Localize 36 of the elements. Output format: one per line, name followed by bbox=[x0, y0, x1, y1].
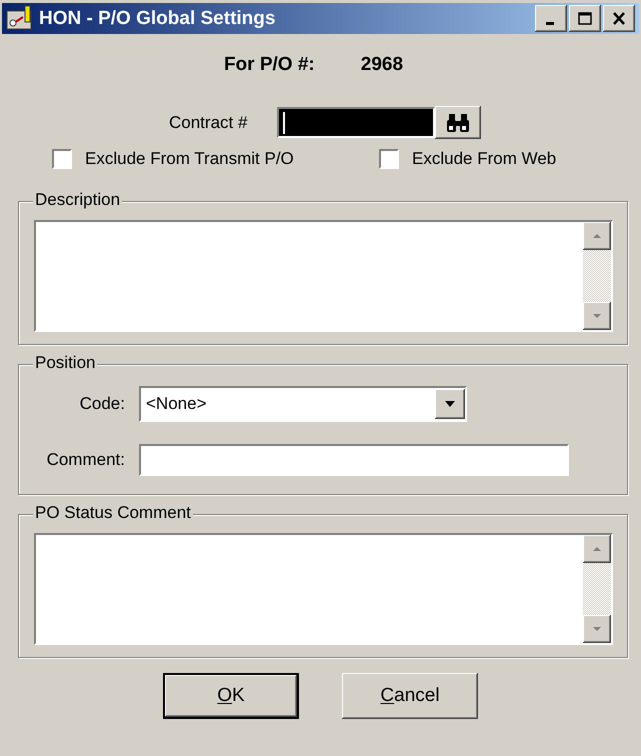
close-icon bbox=[610, 10, 628, 26]
ok-button[interactable]: OK bbox=[163, 673, 299, 719]
minimize-button[interactable] bbox=[535, 5, 567, 32]
code-dropdown[interactable]: <None> bbox=[139, 386, 467, 422]
comment-label: Comment: bbox=[46, 450, 125, 470]
contract-field[interactable] bbox=[277, 107, 436, 138]
scroll-up-button[interactable] bbox=[583, 222, 611, 250]
status-comment-field[interactable] bbox=[34, 533, 613, 645]
dropdown-arrow-icon bbox=[444, 400, 456, 408]
dropdown-value: <None> bbox=[146, 394, 206, 414]
search-button[interactable] bbox=[435, 106, 482, 139]
minimize-icon bbox=[546, 22, 554, 25]
checkbox[interactable] bbox=[379, 149, 399, 169]
cancel-button[interactable]: Cancel bbox=[342, 673, 478, 719]
group-label: Description bbox=[33, 190, 122, 210]
maximize-icon bbox=[576, 10, 594, 26]
down-arrow-icon bbox=[592, 625, 602, 633]
up-arrow-icon bbox=[592, 545, 602, 553]
scroll-down-button[interactable] bbox=[583, 302, 611, 330]
description-field[interactable] bbox=[34, 220, 613, 332]
window-title: HON - P/O Global Settings bbox=[39, 8, 276, 30]
comment-field[interactable] bbox=[139, 444, 569, 476]
contract-label: Contract # bbox=[169, 112, 248, 132]
checkbox[interactable] bbox=[52, 149, 72, 169]
po-number: 2968 bbox=[360, 54, 404, 76]
scroll-up-button[interactable] bbox=[583, 535, 611, 563]
po-label: For P/O #: bbox=[224, 54, 315, 76]
checkbox-label: Exclude From Transmit P/O bbox=[85, 149, 294, 169]
down-arrow-icon bbox=[592, 312, 602, 320]
maximize-button[interactable] bbox=[569, 5, 601, 32]
up-arrow-icon bbox=[592, 232, 602, 240]
checkbox-label: Exclude From Web bbox=[412, 149, 556, 169]
scroll-down-button[interactable] bbox=[583, 615, 611, 643]
code-label: Code: bbox=[78, 394, 125, 414]
binoculars-icon bbox=[445, 112, 472, 132]
close-button[interactable] bbox=[603, 5, 635, 32]
